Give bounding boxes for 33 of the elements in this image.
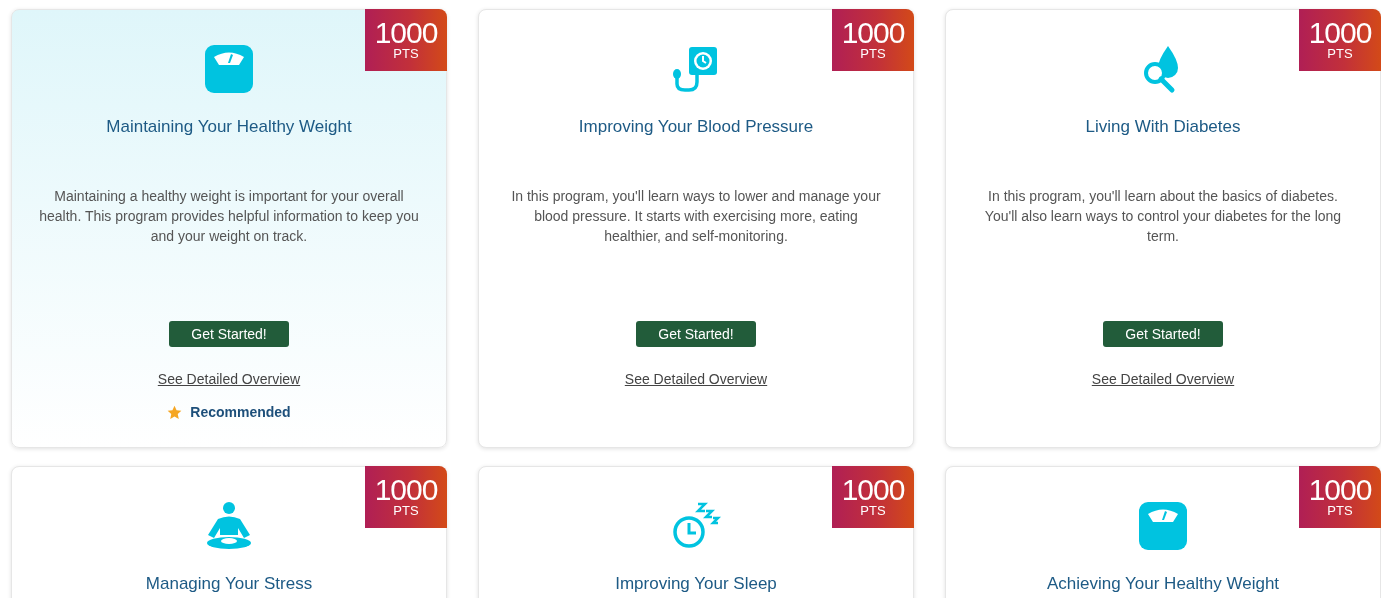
get-started-button[interactable]: Get Started!: [1103, 321, 1223, 347]
points-unit: PTS: [1327, 47, 1353, 61]
recommended-label: Recommended: [190, 404, 291, 420]
star-icon: [167, 404, 183, 420]
points-value: 1000: [841, 476, 905, 504]
points-unit: PTS: [860, 504, 886, 518]
scale-icon: [1138, 501, 1188, 551]
program-title: Improving Your Blood Pressure: [578, 116, 814, 138]
overview-link[interactable]: See Detailed Overview: [624, 371, 768, 387]
program-description: In this program, you'll learn about the basics of diabetes. You'll also learn ways to control your diabetes for the long term.: [983, 187, 1343, 246]
program-title: Managing Your Stress: [145, 573, 313, 595]
points-unit: PTS: [1327, 504, 1353, 518]
get-started-button[interactable]: Get Started!: [169, 321, 289, 347]
points-value: 1000: [1308, 476, 1372, 504]
overview-link[interactable]: See Detailed Overview: [1091, 371, 1235, 387]
points-value: 1000: [374, 19, 438, 47]
scale-icon: [204, 44, 254, 94]
points-value: 1000: [841, 19, 905, 47]
points-unit: PTS: [393, 47, 419, 61]
program-description: Maintaining a healthy weight is important for your overall health. This program provides helpful information to keep you and your weight on track.: [38, 187, 420, 246]
meditating-person-icon: [204, 501, 254, 551]
overview-link[interactable]: See Detailed Overview: [157, 371, 301, 387]
points-value: 1000: [374, 476, 438, 504]
clock-sleep-icon: [671, 501, 721, 551]
points-unit: PTS: [860, 47, 886, 61]
program-title: Living With Diabetes: [1085, 116, 1241, 138]
get-started-button[interactable]: Get Started!: [636, 321, 756, 347]
program-description: In this program, you'll learn ways to lower and manage your blood pressure. It starts with exercising more, eating healthier, and self-monitoring.: [510, 187, 882, 246]
points-unit: PTS: [393, 504, 419, 518]
points-value: 1000: [1308, 19, 1372, 47]
program-title: Improving Your Sleep: [615, 573, 777, 595]
program-title: Maintaining Your Healthy Weight: [106, 116, 352, 138]
program-title: Achieving Your Healthy Weight: [1046, 573, 1280, 595]
